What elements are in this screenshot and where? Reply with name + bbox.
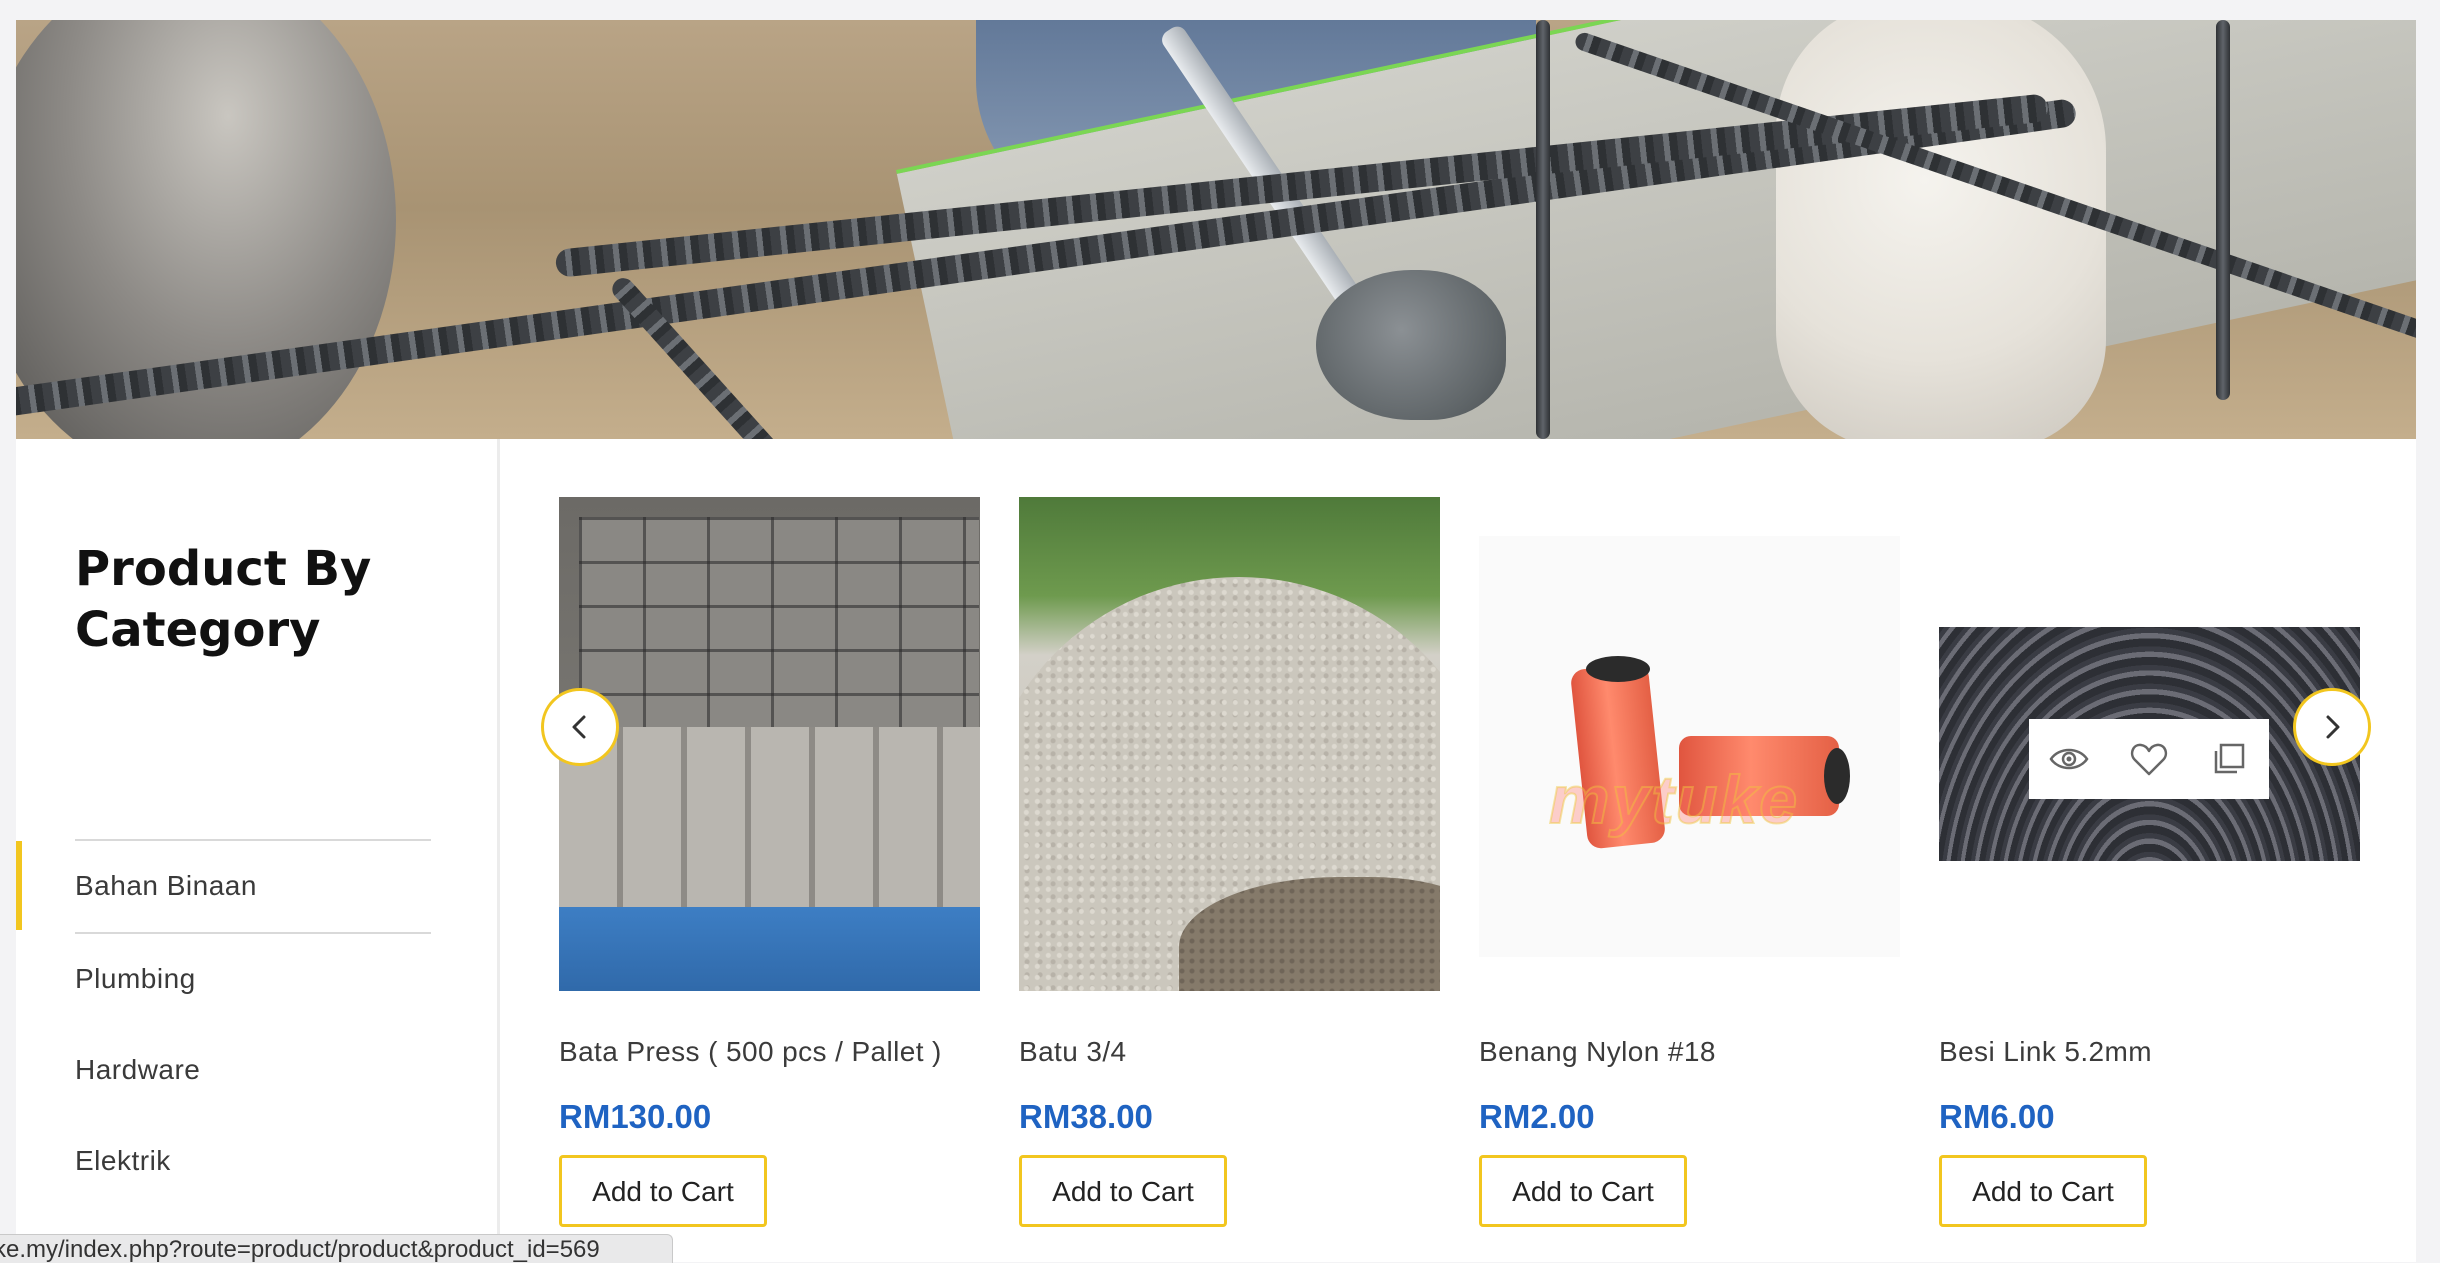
- heart-icon[interactable]: [2127, 737, 2171, 781]
- quick-action-bar: [2029, 719, 2269, 799]
- chevron-left-icon: [572, 715, 586, 739]
- product-card: Bata Press ( 500 pcs / Pallet ) RM130.00…: [559, 439, 980, 1262]
- product-panel: Product By Category Bahan Binaan Plumbin…: [16, 439, 2416, 1262]
- product-image[interactable]: [1019, 497, 1440, 991]
- add-to-cart-button[interactable]: Add to Cart: [1019, 1155, 1227, 1227]
- status-url: ke.my/index.php?route=product/product&pr…: [0, 1236, 600, 1263]
- spool-top-1: [1586, 656, 1650, 682]
- image-watermark: mytuke: [1548, 761, 1800, 839]
- pallet: [559, 907, 980, 991]
- product-name[interactable]: Benang Nylon #18: [1479, 1036, 1909, 1068]
- product-name[interactable]: Bata Press ( 500 pcs / Pallet ): [559, 1036, 989, 1068]
- product-image[interactable]: [559, 497, 980, 991]
- product-price: RM2.00: [1479, 1098, 1595, 1135]
- banner-mortar: [1316, 270, 1506, 420]
- add-to-cart-button[interactable]: Add to Cart: [559, 1155, 767, 1227]
- bricks-photo: [559, 497, 980, 991]
- hero-banner: [16, 20, 2416, 439]
- product-price: RM38.00: [1019, 1098, 1153, 1135]
- banner-vertical-bar-2: [2216, 20, 2230, 400]
- chevron-right-icon: [2326, 715, 2340, 739]
- product-price: RM6.00: [1939, 1098, 2055, 1135]
- compare-icon[interactable]: [2207, 737, 2251, 781]
- product-card: Besi Link 5.2mm RM6.00 Add to Cart: [1939, 439, 2360, 1262]
- banner-vertical-bar-1: [1536, 20, 1550, 439]
- add-to-cart-button[interactable]: Add to Cart: [1939, 1155, 2147, 1227]
- nylon-photo: mytuke: [1479, 536, 1900, 957]
- product-carousel: Bata Press ( 500 pcs / Pallet ) RM130.00…: [16, 439, 2416, 1262]
- product-card: Batu 3/4 RM38.00 Add to Cart: [1019, 439, 1440, 1262]
- product-card: mytuke Benang Nylon #18 RM2.00 Add to Ca…: [1479, 439, 1900, 1262]
- product-price: RM130.00: [559, 1098, 712, 1135]
- add-to-cart-button[interactable]: Add to Cart: [1479, 1155, 1687, 1227]
- bricks-side: [559, 727, 980, 927]
- eye-icon[interactable]: [2047, 737, 2091, 781]
- gravel-photo: [1019, 497, 1440, 991]
- banner-glove: [1776, 20, 2106, 439]
- product-name[interactable]: Besi Link 5.2mm: [1939, 1036, 2369, 1068]
- product-image[interactable]: mytuke: [1479, 536, 1900, 957]
- link-status-bar: ke.my/index.php?route=product/product&pr…: [0, 1234, 673, 1263]
- carousel-next-button[interactable]: [2293, 688, 2371, 766]
- product-name[interactable]: Batu 3/4: [1019, 1036, 1449, 1068]
- carousel-prev-button[interactable]: [541, 688, 619, 766]
- spool-top-2: [1824, 748, 1850, 804]
